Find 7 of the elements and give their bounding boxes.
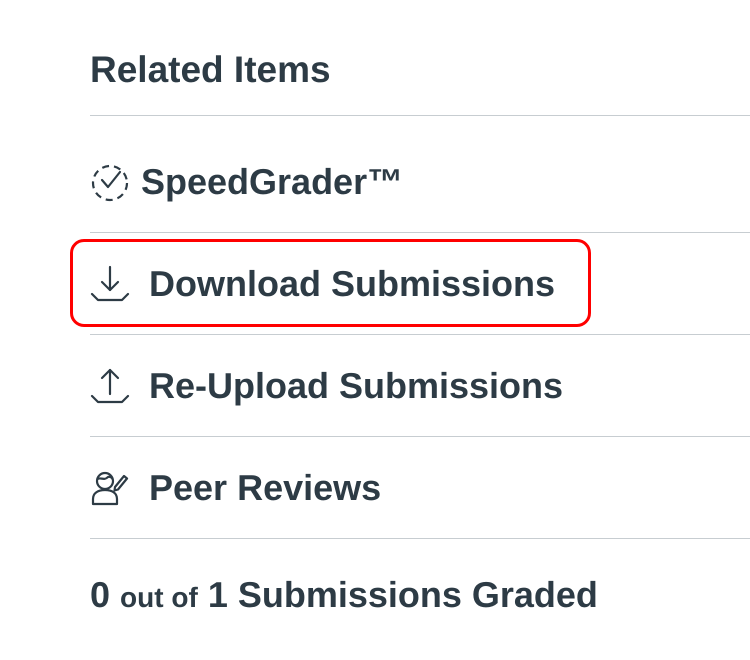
section-heading: Related Items <box>90 0 750 116</box>
graded-summary: 0 out of 1 Submissions Graded <box>90 573 599 617</box>
related-item-link[interactable]: SpeedGrader™ <box>90 160 404 204</box>
related-item-link[interactable]: Peer Reviews <box>90 466 382 510</box>
related-item-link[interactable]: Download Submissions <box>90 262 556 306</box>
related-item-link[interactable]: Re-Upload Submissions <box>90 364 564 408</box>
download-icon <box>90 264 130 304</box>
